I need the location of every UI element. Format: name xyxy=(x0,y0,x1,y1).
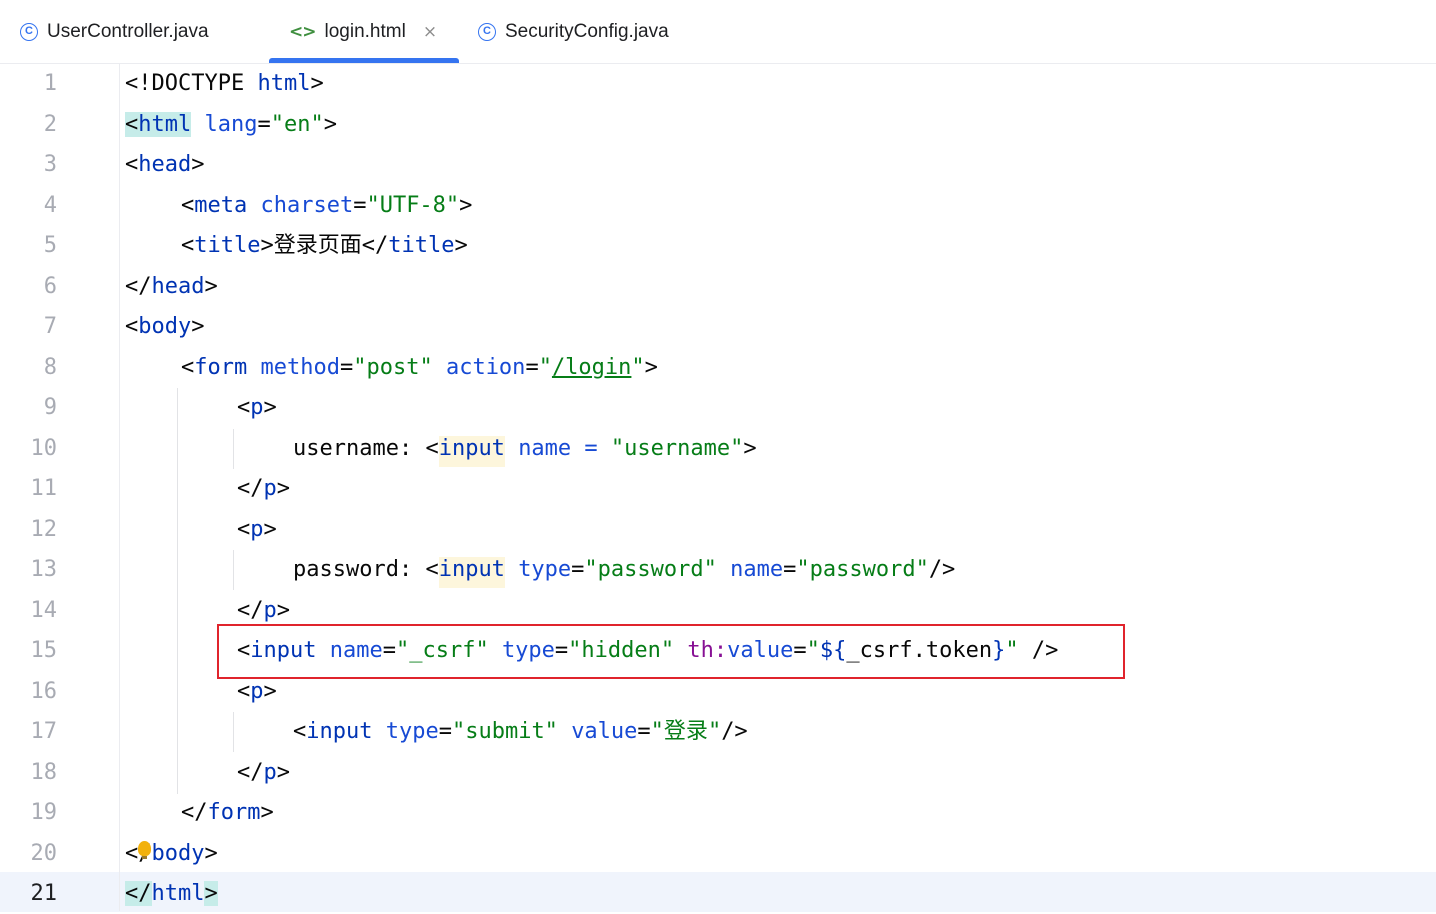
line-number: 7 xyxy=(43,314,57,339)
code-line-18[interactable]: </p> xyxy=(237,753,290,793)
matched-tag-highlight: html xyxy=(138,112,192,137)
line-number: 14 xyxy=(30,598,58,623)
tab-label: login.html xyxy=(324,20,406,42)
line-number: 6 xyxy=(43,274,57,299)
tab-login-html[interactable]: <> login.html × xyxy=(289,0,437,63)
line-number: 11 xyxy=(30,476,58,501)
line-number: 1 xyxy=(43,71,57,96)
line-number: 19 xyxy=(30,800,58,825)
code-line-1[interactable]: <!DOCTYPE html> xyxy=(125,64,324,104)
matched-tag-highlight: > xyxy=(204,881,218,906)
line-number-current: 21 xyxy=(30,881,58,906)
line-number: 10 xyxy=(30,436,58,461)
code-line-16[interactable]: <p> xyxy=(237,672,277,712)
html-file-icon: <> xyxy=(289,21,316,42)
code-line-11[interactable]: </p> xyxy=(237,469,290,509)
intention-bulb-icon[interactable] xyxy=(138,841,151,859)
tag-usage-highlight: input xyxy=(438,436,505,467)
java-class-icon: C xyxy=(478,22,496,41)
line-number: 5 xyxy=(43,233,57,258)
code-line-3[interactable]: <head> xyxy=(125,145,204,185)
line-number-gutter[interactable]: 1 2 3 4 5 6 7 8 9 10 11 12 13 14 15 16 1… xyxy=(0,64,120,911)
line-number: 13 xyxy=(30,557,58,582)
active-tab-indicator xyxy=(269,58,459,63)
code-line-4[interactable]: <meta charset="UTF-8"> xyxy=(181,186,472,226)
code-line-10[interactable]: username: <input name = "username"> xyxy=(293,429,757,469)
line-number: 17 xyxy=(30,719,58,744)
code-line-7[interactable]: <body> xyxy=(125,307,204,347)
line-number: 9 xyxy=(43,395,57,420)
code-line-6[interactable]: </head> xyxy=(125,267,218,307)
close-icon[interactable]: × xyxy=(423,22,437,42)
line-number: 18 xyxy=(30,760,58,785)
indent-guide xyxy=(233,429,234,469)
tab-label: UserController.java xyxy=(47,20,209,42)
code-line-19[interactable]: </form> xyxy=(181,793,274,833)
code-line-17[interactable]: <input type="submit" value="登录"/> xyxy=(293,712,748,752)
line-number: 3 xyxy=(43,152,57,177)
editor-tab-bar: C UserController.java <> login.html × C … xyxy=(0,0,1436,64)
line-number: 8 xyxy=(43,355,57,380)
code-line-2[interactable]: <html lang="en"> xyxy=(125,105,337,145)
code-line-13[interactable]: password: <input type="password" name="p… xyxy=(293,550,955,590)
csrf-annotation-box xyxy=(217,624,1125,679)
line-number: 15 xyxy=(30,638,58,663)
line-number: 16 xyxy=(30,679,58,704)
login-url-link[interactable]: /login xyxy=(552,355,631,380)
tab-security-config[interactable]: C SecurityConfig.java xyxy=(478,0,669,63)
line-number: 20 xyxy=(30,841,58,866)
code-editor[interactable]: 1 2 3 4 5 6 7 8 9 10 11 12 13 14 15 16 1… xyxy=(0,64,1436,914)
matched-tag-highlight: < xyxy=(125,112,139,137)
tab-user-controller[interactable]: C UserController.java xyxy=(20,0,209,63)
code-line-8[interactable]: <form method="post" action="/login"> xyxy=(181,348,658,388)
line-number: 2 xyxy=(43,112,57,137)
java-class-icon: C xyxy=(20,22,38,41)
code-line-9[interactable]: <p> xyxy=(237,388,277,428)
code-line-5[interactable]: <title>登录页面</title> xyxy=(181,226,468,266)
indent-guide xyxy=(233,550,234,590)
line-number: 4 xyxy=(43,193,57,218)
line-number: 12 xyxy=(30,517,58,542)
indent-guide xyxy=(233,712,234,752)
indent-guide xyxy=(177,388,178,794)
tab-label: SecurityConfig.java xyxy=(505,20,669,42)
matched-tag-highlight: </ xyxy=(125,881,152,906)
tag-usage-highlight: input xyxy=(438,557,505,588)
code-line-12[interactable]: <p> xyxy=(237,510,277,550)
code-line-21[interactable]: </html> xyxy=(125,874,218,914)
